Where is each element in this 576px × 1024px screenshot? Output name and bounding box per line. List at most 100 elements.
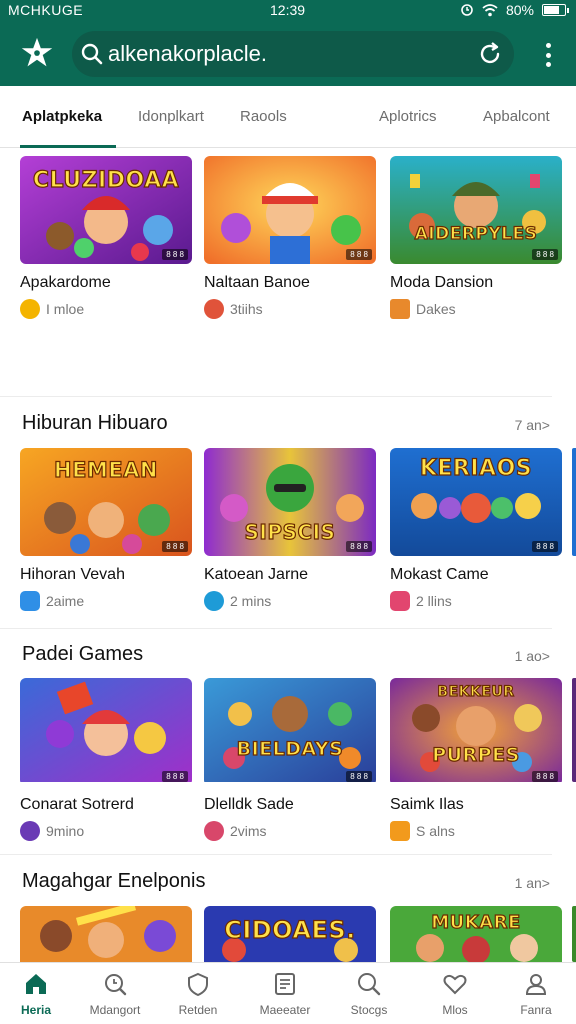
nav-maeeater[interactable]: Maeeater [244, 971, 326, 1017]
game-meta: 3tiihs [204, 299, 376, 319]
game-card[interactable]: 8 8 8 Conarat Sotrerd 9mino [20, 678, 192, 841]
game-thumbnail: HEMEAN 8 8 8 [20, 448, 192, 556]
next-card-peek [572, 448, 576, 556]
search-icon [81, 43, 103, 65]
game-title: Saimk Ilas [390, 796, 464, 813]
game-meta-text: 9mino [46, 823, 85, 839]
section-more-link[interactable]: 7 an> [515, 417, 550, 433]
heart-icon [443, 974, 467, 995]
game-title: Mokast Came [390, 566, 489, 583]
puzzle-icon [204, 821, 224, 841]
rating-badge: 8 8 8 [162, 541, 188, 552]
game-meta: 2vims [204, 821, 376, 841]
game-title: Hihoran Vevah [20, 566, 125, 583]
game-card[interactable]: SIPSCIS 8 8 8 Katoean Jarne 2 mins [204, 448, 376, 611]
game-thumbnail: CIDOAES. [204, 906, 376, 962]
game-meta: 2 mins [204, 591, 376, 611]
status-icons: 80% [460, 2, 569, 18]
nav-home[interactable]: Heria [0, 971, 77, 1017]
bottom-navigation: Heria Mdangort Retden Maeeater Stocgs Ml… [0, 962, 576, 1024]
nav-label: Fanra [520, 1003, 552, 1017]
game-card[interactable] [20, 906, 192, 962]
section-title: Hiburan Hibuaro [22, 412, 168, 434]
game-meta: Dakes [390, 299, 562, 319]
nav-stocgs[interactable]: Stocgs [328, 971, 410, 1017]
game-meta-text: 2 mins [230, 593, 272, 609]
game-card[interactable]: AIDERPYLES 8 8 8 Moda Dansion Dakes [390, 156, 562, 319]
tab-idonplkart[interactable]: Idonplkart [138, 108, 204, 125]
game-meta: 9mino [20, 821, 192, 841]
thumbnail-title-art: PURPES [432, 743, 520, 766]
rating-badge: 8 8 8 [346, 249, 372, 260]
game-card[interactable]: MUKARE [390, 906, 562, 962]
tab-aplatpkeka[interactable]: Aplatpkeka [22, 108, 102, 125]
game-meta: I mloe [20, 299, 192, 319]
nav-label: Mdangort [89, 1003, 141, 1017]
tab-indicator [20, 145, 116, 148]
game-thumbnail: BEKKEUR PURPES 8 8 8 [390, 678, 562, 786]
game-meta-text: Dakes [416, 301, 456, 317]
game-card[interactable]: 8 8 8 Naltaan Banoe 3tiihs [204, 156, 376, 319]
game-meta-text: 3tiihs [230, 301, 263, 317]
rating-badge: 8 8 8 [346, 541, 372, 552]
thumbnail-title-art: HEMEAN [53, 457, 158, 482]
rating-badge: 8 8 8 [532, 249, 558, 260]
game-title: Moda Dansion [390, 274, 494, 291]
shield-icon [188, 972, 208, 997]
search-input[interactable] [108, 37, 468, 71]
game-meta: 2 llins [390, 591, 562, 611]
chat-icon [20, 591, 40, 611]
thumbnail-title-art: AIDERPYLES [414, 223, 538, 244]
rating-badge: 8 8 8 [346, 771, 372, 782]
carrier-label: MCHKUGE [8, 2, 84, 18]
game-thumbnail: MUKARE [390, 906, 562, 962]
game-meta-text: 2aime [46, 593, 85, 609]
section-title: Padei Games [22, 643, 144, 665]
more-vert-icon[interactable] [544, 43, 552, 67]
section-more-link[interactable]: 1 an> [515, 875, 550, 891]
game-card[interactable]: BEKKEUR PURPES 8 8 8 Saimk Ilas S alns [390, 678, 562, 841]
game-card[interactable]: CLUZIDOAA 8 8 8 Apakardome I mloe [20, 156, 192, 319]
tab-aplotrics[interactable]: Aplotrics [379, 108, 437, 125]
gamepad-icon [390, 591, 410, 611]
game-card[interactable]: CIDOAES. [204, 906, 376, 962]
tab-apbalcont[interactable]: Apbalcont [483, 108, 550, 125]
nav-label: Stocgs [350, 1003, 388, 1017]
clock-icon [20, 299, 40, 319]
nav-label: Maeeater [259, 1003, 311, 1017]
wifi-icon [482, 4, 498, 17]
game-title: Conarat Sotrerd [20, 796, 134, 813]
person-icon [525, 974, 547, 995]
game-thumbnail: CLUZIDOAA 8 8 8 [20, 156, 192, 264]
nav-mdangort[interactable]: Mdangort [74, 971, 156, 1017]
thumbnail-title-art: CLUZIDOAA [32, 167, 180, 193]
reload-icon[interactable] [476, 40, 504, 68]
game-card[interactable]: BIELDAYS 8 8 8 Dlelldk Sade 2vims [204, 678, 376, 841]
compass-icon [204, 591, 224, 611]
nav-retden[interactable]: Retden [157, 971, 239, 1017]
search-icon [358, 973, 381, 996]
search-icon [105, 974, 127, 996]
rating-badge: 8 8 8 [162, 771, 188, 782]
puzzle-star-icon[interactable] [18, 35, 56, 73]
thumbnail-title-art: KERIAOS [419, 455, 533, 481]
game-thumbnail: 8 8 8 [20, 678, 192, 786]
flower-icon [204, 299, 224, 319]
nav-label: Mlos [442, 1003, 468, 1017]
section-more-link[interactable]: 1 ao> [515, 648, 550, 664]
tab-raools[interactable]: Raools [240, 108, 287, 125]
rating-badge: 8 8 8 [532, 771, 558, 782]
game-title: Apakardome [20, 274, 111, 291]
nav-fanra[interactable]: Fanra [495, 971, 576, 1017]
nav-label: Retden [178, 1003, 218, 1017]
home-icon [26, 974, 46, 994]
nav-mlos[interactable]: Mlos [414, 971, 496, 1017]
search-bar[interactable] [72, 31, 514, 77]
thumbnail-subtitle-art: BEKKEUR [437, 683, 515, 700]
game-thumbnail: KERIAOS 8 8 8 [390, 448, 562, 556]
game-thumbnail: AIDERPYLES 8 8 8 [390, 156, 562, 264]
nav-label: Heria [20, 1003, 52, 1017]
game-card[interactable]: KERIAOS 8 8 8 Mokast Came 2 llins [390, 448, 562, 611]
game-card[interactable]: HEMEAN 8 8 8 Hihoran Vevah 2aime [20, 448, 192, 611]
alarm-icon [461, 4, 473, 16]
